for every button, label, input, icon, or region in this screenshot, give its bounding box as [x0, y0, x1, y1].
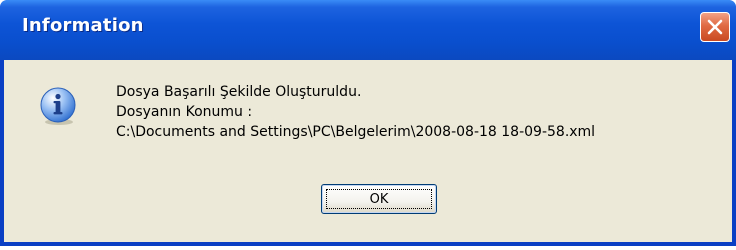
ok-button[interactable]: OK: [321, 184, 437, 214]
message-line: Dosyanın Konumu :: [116, 104, 253, 120]
ok-button-label: OK: [326, 189, 432, 209]
message-dialog: Information Dosya Başarılı Şekilde Oluşt…: [0, 0, 736, 246]
message-text: Dosya Başarılı Şekilde Oluşturuldu. Dosy…: [116, 82, 595, 142]
file-path-line: C:\Documents and Settings\PC\Belgelerim\…: [116, 124, 596, 140]
information-icon: [40, 87, 76, 125]
close-icon: [707, 19, 723, 35]
dialog-title: Information: [22, 15, 144, 36]
close-button[interactable]: [700, 12, 730, 42]
message-line: Dosya Başarılı Şekilde Oluşturuldu.: [116, 84, 362, 100]
title-bar[interactable]: Information: [0, 0, 736, 60]
dialog-body: Dosya Başarılı Şekilde Oluşturuldu. Dosy…: [4, 60, 732, 242]
